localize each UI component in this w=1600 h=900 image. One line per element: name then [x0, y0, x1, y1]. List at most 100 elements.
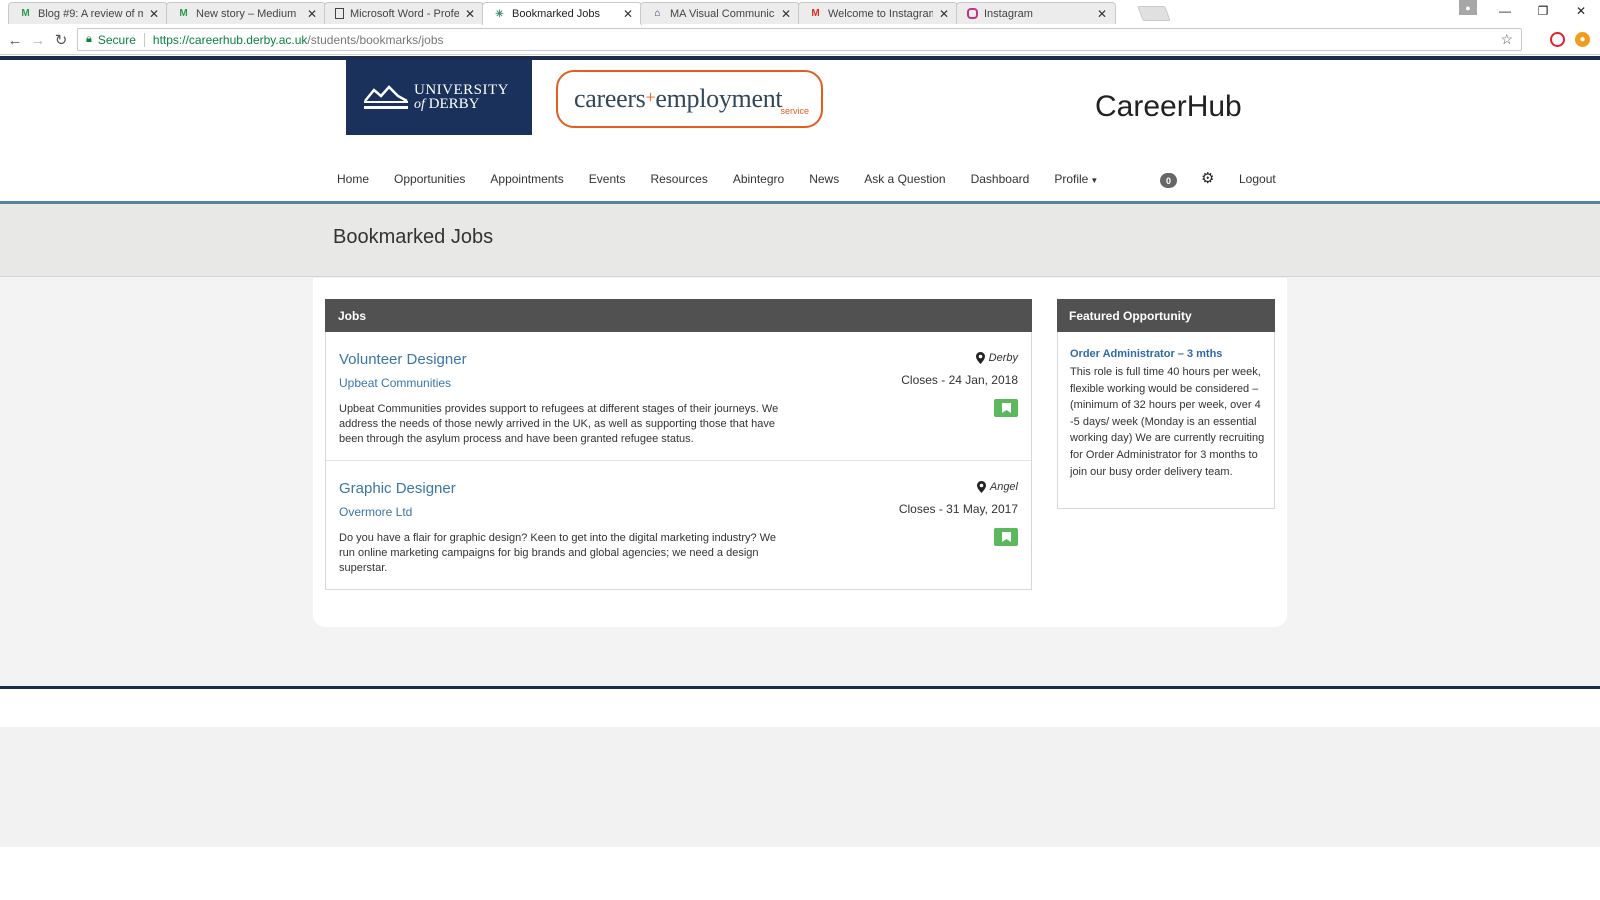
- bookmark-star-icon[interactable]: ☆: [1500, 31, 1513, 48]
- derby-icon: ⌂: [654, 8, 661, 19]
- nav-events[interactable]: Events: [589, 172, 626, 186]
- nav-home[interactable]: Home: [337, 172, 369, 186]
- job-description: Upbeat Communities provides support to r…: [339, 403, 779, 445]
- jobs-panel-header: Jobs: [325, 299, 1032, 332]
- forward-arrow-icon[interactable]: →: [28, 30, 48, 50]
- browser-tab[interactable]: Microsoft Word - Profes ✕: [324, 2, 484, 24]
- site-title: CareerHub: [1095, 90, 1242, 123]
- tab-title: MA Visual Communicatio: [670, 7, 775, 20]
- site-header: UNIVERSITY of DERBY careers+employment s…: [0, 60, 1600, 202]
- tab-title: Instagram: [984, 7, 1033, 20]
- nav-opportunities[interactable]: Opportunities: [394, 172, 465, 186]
- medium-icon: M: [21, 8, 30, 19]
- tab-close-icon[interactable]: ✕: [781, 7, 791, 21]
- careers-employment-logo[interactable]: careers+employment service: [556, 70, 823, 128]
- document-icon: [335, 8, 344, 19]
- job-item: Graphic Designer Overmore Ltd Do you hav…: [326, 460, 1031, 588]
- careers-employment-wordmark: careers+employment: [574, 84, 783, 113]
- job-company-link[interactable]: Upbeat Communities: [339, 376, 451, 390]
- tab-title: Welcome to Instagram, n: [828, 7, 933, 20]
- page-heading-bar: Bookmarked Jobs: [0, 204, 1600, 277]
- job-location: Angel: [976, 481, 1018, 493]
- restore-icon[interactable]: ❐: [1524, 0, 1562, 22]
- user-profile-icon[interactable]: ●: [1459, 0, 1477, 15]
- careerhub-icon: ✳: [495, 8, 504, 20]
- tab-close-icon[interactable]: ✕: [1097, 7, 1107, 21]
- browser-tab-active[interactable]: ✳ Bookmarked Jobs ✕: [482, 2, 642, 25]
- tab-title: Blog #9: A review of me: [38, 7, 143, 20]
- featured-description: This role is full time 40 hours per week…: [1070, 366, 1265, 478]
- caret-down-icon: ▼: [1090, 176, 1099, 185]
- featured-panel-header: Featured Opportunity: [1057, 299, 1275, 332]
- nav-dashboard[interactable]: Dashboard: [971, 172, 1030, 186]
- university-of-derby-logo[interactable]: UNIVERSITY of DERBY: [346, 60, 532, 135]
- university-wordmark: UNIVERSITY of DERBY: [414, 83, 509, 112]
- job-location-text: Angel: [989, 481, 1018, 493]
- url-path: /students/bookmarks/jobs: [307, 32, 444, 47]
- logout-link[interactable]: Logout: [1239, 172, 1276, 186]
- window-controls: — ❐ ✕: [1486, 0, 1600, 22]
- tab-close-icon[interactable]: ✕: [307, 7, 317, 21]
- tab-close-icon[interactable]: ✕: [623, 7, 633, 21]
- featured-opportunity-panel: Featured Opportunity Order Administrator…: [1057, 299, 1275, 509]
- nav-ask-a-question[interactable]: Ask a Question: [864, 172, 945, 186]
- new-tab-button[interactable]: [1137, 6, 1171, 21]
- back-arrow-icon[interactable]: ←: [5, 30, 25, 50]
- jobs-panel: Jobs Volunteer Designer Upbeat Communiti…: [325, 299, 1032, 590]
- instagram-icon: [967, 8, 978, 19]
- close-window-icon[interactable]: ✕: [1562, 0, 1600, 22]
- lock-icon: 🔒︎: [86, 33, 92, 45]
- tab-close-icon[interactable]: ✕: [465, 7, 475, 21]
- nav-appointments[interactable]: Appointments: [490, 172, 563, 186]
- tab-close-icon[interactable]: ✕: [149, 7, 159, 21]
- remove-bookmark-button[interactable]: [994, 399, 1018, 417]
- derby-line: of DERBY: [414, 96, 480, 112]
- job-title-link[interactable]: Volunteer Designer: [339, 351, 467, 368]
- minimize-icon[interactable]: —: [1486, 0, 1524, 22]
- browser-toolbar: ← → ↻ 🔒︎ Secure https://careerhub.derby.…: [0, 25, 1600, 55]
- browser-tab[interactable]: M Welcome to Instagram, n ✕: [798, 2, 958, 24]
- tab-title: Microsoft Word - Profes: [350, 7, 459, 20]
- main-navigation: Home Opportunities Appointments Events R…: [337, 169, 1123, 189]
- job-description: Do you have a flair for graphic design? …: [339, 532, 776, 574]
- tab-title: New story – Medium: [196, 7, 297, 20]
- secure-label: Secure: [97, 32, 136, 47]
- opera-extension-icon[interactable]: [1550, 32, 1565, 47]
- job-title-link[interactable]: Graphic Designer: [339, 480, 456, 497]
- job-closing-date: Closes - 24 Jan, 2018: [901, 373, 1018, 387]
- url-host: https://careerhub.derby.ac.uk: [152, 32, 308, 47]
- bookmark-icon: [1001, 403, 1011, 413]
- browser-tab[interactable]: ⌂ MA Visual Communicatio ✕: [640, 2, 800, 24]
- medium-icon: M: [179, 8, 188, 19]
- gmail-icon: M: [811, 8, 820, 19]
- browser-tab[interactable]: M New story – Medium ✕: [166, 2, 326, 24]
- service-label: service: [780, 106, 809, 116]
- job-company-link[interactable]: Overmore Ltd: [339, 505, 412, 519]
- address-bar[interactable]: 🔒︎ Secure https://careerhub.derby.ac.uk …: [77, 28, 1522, 51]
- job-closing-date: Closes - 31 May, 2017: [898, 502, 1018, 516]
- notification-count-badge[interactable]: 0: [1160, 173, 1177, 188]
- gear-icon[interactable]: ⚙: [1201, 169, 1214, 187]
- tab-title: Bookmarked Jobs: [512, 8, 601, 20]
- university-line: UNIVERSITY: [414, 82, 509, 98]
- nav-abintegro[interactable]: Abintegro: [733, 172, 784, 186]
- remove-bookmark-button[interactable]: [994, 528, 1018, 546]
- bookmark-icon: [1001, 532, 1011, 542]
- tab-close-icon[interactable]: ✕: [939, 7, 949, 21]
- featured-opportunity-link[interactable]: Order Administrator – 3 mths: [1070, 348, 1222, 360]
- browser-tab[interactable]: M Blog #9: A review of me ✕: [8, 2, 168, 24]
- reload-icon[interactable]: ↻: [51, 30, 71, 50]
- job-location: Derby: [975, 352, 1018, 364]
- nav-resources[interactable]: Resources: [650, 172, 707, 186]
- job-location-text: Derby: [988, 352, 1018, 364]
- browser-tab[interactable]: Instagram ✕: [956, 2, 1116, 24]
- extension-icon[interactable]: ●: [1575, 32, 1590, 47]
- nav-profile-dropdown[interactable]: Profile ▼: [1054, 172, 1098, 186]
- map-marker-icon: [975, 352, 985, 364]
- nav-news[interactable]: News: [809, 172, 839, 186]
- browser-tab-strip: M Blog #9: A review of me ✕ M New story …: [0, 0, 1600, 25]
- page-title: Bookmarked Jobs: [333, 226, 494, 248]
- footer-strip: [0, 689, 1600, 727]
- mountains-logo-icon: [364, 84, 408, 109]
- job-item: Volunteer Designer Upbeat Communities Up…: [326, 332, 1031, 460]
